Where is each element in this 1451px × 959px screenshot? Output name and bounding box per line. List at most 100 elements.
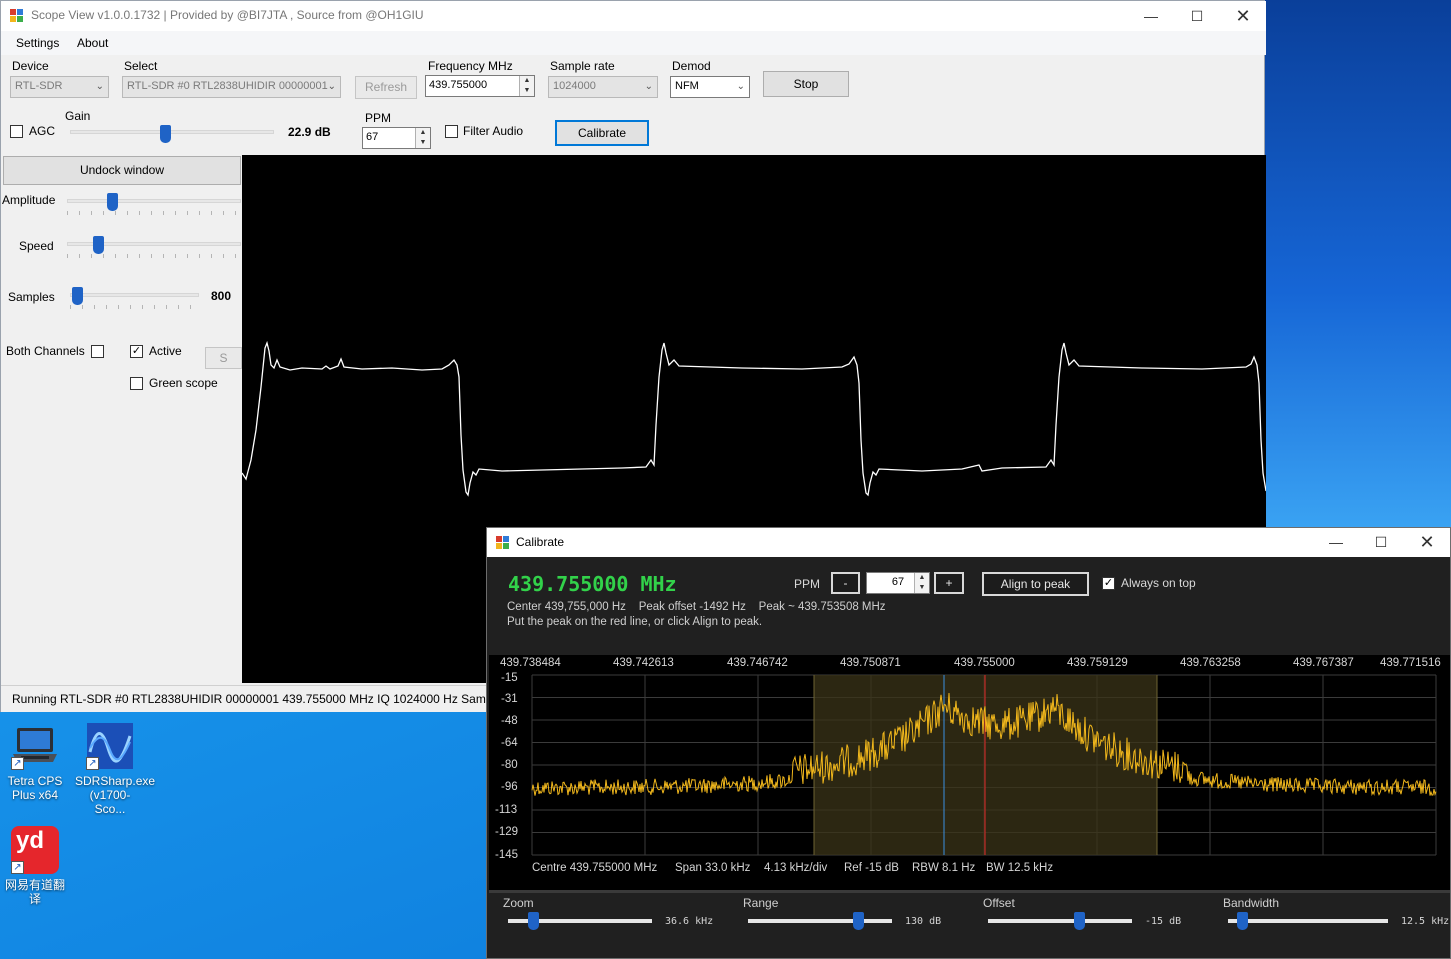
rbw-readout: RBW 8.1 Hz bbox=[912, 862, 976, 874]
always-on-top-label: Always on top bbox=[1121, 576, 1196, 590]
gain-slider-thumb[interactable] bbox=[160, 125, 171, 143]
menu-bar bbox=[1, 31, 1266, 55]
checkmark-icon: ✓ bbox=[1103, 577, 1114, 589]
stop-button[interactable]: Stop bbox=[763, 71, 849, 97]
active-checkbox[interactable]: ✓ bbox=[130, 345, 143, 358]
device-select-value: RTL-SDR bbox=[15, 80, 63, 92]
ppm-stepper[interactable]: ▲ ▼ bbox=[415, 128, 430, 148]
close-icon[interactable]: ✕ bbox=[1220, 1, 1266, 31]
maximize-icon[interactable]: ☐ bbox=[1358, 528, 1404, 557]
chevron-down-icon: ⌄ bbox=[327, 81, 336, 92]
device-instance-select[interactable]: RTL-SDR #0 RTL2838UHIDIR 00000001 ⌄ bbox=[122, 76, 341, 98]
amplitude-slider-track bbox=[67, 199, 241, 203]
always-on-top-checkbox[interactable]: ✓ bbox=[1102, 577, 1115, 590]
speed-label: Speed bbox=[19, 239, 54, 253]
calibrate-ppm-value: 67 bbox=[891, 576, 905, 588]
range-slider-thumb[interactable] bbox=[853, 912, 864, 930]
desktop-icon-label: SDRSharp.exe bbox=[75, 774, 156, 788]
checkmark-icon: ✓ bbox=[131, 345, 142, 357]
frequency-stepper[interactable]: ▲ ▼ bbox=[519, 76, 534, 96]
speed-slider-thumb[interactable] bbox=[93, 236, 104, 254]
calibrate-ppm-stepper[interactable]: ▲ ▼ bbox=[914, 573, 929, 593]
gain-slider-track bbox=[70, 130, 274, 134]
ppm-increment-button[interactable]: + bbox=[934, 572, 964, 594]
close-icon[interactable]: ✕ bbox=[1404, 528, 1450, 557]
agc-checkbox[interactable] bbox=[10, 125, 23, 138]
app-icon bbox=[496, 536, 510, 550]
calibrate-title-bar[interactable]: Calibrate — ☐ ✕ bbox=[487, 528, 1450, 557]
amplitude-slider-thumb[interactable] bbox=[107, 193, 118, 211]
zoom-slider-thumb[interactable] bbox=[528, 912, 539, 930]
desktop-icon-label: Plus x64 bbox=[11, 788, 59, 802]
desktop-icon-label: 译 bbox=[28, 892, 41, 906]
frequency-input[interactable]: 439.755000 ▲ ▼ bbox=[425, 75, 535, 97]
frequency-label: Frequency MHz bbox=[428, 59, 513, 73]
s-button[interactable]: S bbox=[205, 347, 242, 369]
calibrate-ppm-label: PPM bbox=[794, 577, 821, 591]
amplitude-slider-ticks bbox=[67, 211, 241, 215]
green-scope-label: Green scope bbox=[149, 376, 218, 390]
ppm-input-value: 67 bbox=[366, 131, 379, 143]
offset-slider-track bbox=[988, 919, 1132, 923]
bandwidth-slider-thumb[interactable] bbox=[1237, 912, 1248, 930]
ref-readout: Ref -15 dB bbox=[844, 862, 899, 874]
chevron-down-icon: ⌄ bbox=[95, 81, 104, 92]
ppm-decrement-button[interactable]: - bbox=[831, 572, 860, 594]
align-to-peak-button[interactable]: Align to peak bbox=[982, 572, 1089, 596]
span-readout: Span 33.0 kHz bbox=[675, 862, 751, 874]
frequency-input-value: 439.755000 bbox=[429, 79, 488, 91]
peak-info-text: Center 439,755,000 Hz Peak offset -1492 … bbox=[507, 601, 886, 613]
scope-trace bbox=[241, 340, 1267, 497]
device-select[interactable]: RTL-SDR ⌄ bbox=[10, 76, 109, 98]
sdrsharp-icon: ↗ bbox=[86, 722, 134, 770]
amplitude-label: Amplitude bbox=[2, 193, 56, 207]
samples-slider-ticks bbox=[70, 305, 199, 309]
sample-rate-select[interactable]: 1024000 ⌄ bbox=[548, 76, 658, 98]
filter-audio-label: Filter Audio bbox=[463, 124, 524, 138]
samples-label: Samples bbox=[8, 290, 55, 304]
offset-slider-thumb[interactable] bbox=[1074, 912, 1085, 930]
bandwidth-value: 12.5 kHz bbox=[1401, 916, 1450, 927]
refresh-button[interactable]: Refresh bbox=[355, 76, 417, 99]
sample-rate-label: Sample rate bbox=[550, 59, 615, 73]
both-channels-label: Both Channels bbox=[6, 344, 85, 358]
ppm-label: PPM bbox=[365, 111, 392, 125]
green-scope-checkbox[interactable] bbox=[130, 377, 143, 390]
shortcut-arrow-icon: ↗ bbox=[86, 757, 99, 770]
app-icon bbox=[10, 9, 24, 23]
desktop-icon-tetra-cps[interactable]: ↗ Tetra CPS Plus x64 bbox=[0, 722, 70, 802]
gain-label: Gain bbox=[65, 109, 91, 123]
spectrum-separator bbox=[489, 890, 1450, 893]
agc-label: AGC bbox=[29, 124, 56, 138]
ppm-input[interactable]: 67 ▲ ▼ bbox=[362, 127, 431, 149]
desktop-icon-youdao[interactable]: yd ↗ 网易有道翻 译 bbox=[0, 826, 70, 906]
range-slider-track bbox=[748, 919, 892, 923]
minimize-icon[interactable]: — bbox=[1313, 528, 1359, 557]
offset-label: Offset bbox=[983, 896, 1015, 910]
shortcut-arrow-icon: ↗ bbox=[11, 757, 24, 770]
minimize-icon[interactable]: — bbox=[1128, 1, 1174, 31]
demod-select[interactable]: NFM ⌄ bbox=[670, 76, 750, 98]
demod-label: Demod bbox=[672, 59, 711, 73]
calibrate-button[interactable]: Calibrate bbox=[555, 120, 649, 146]
maximize-icon[interactable]: ☐ bbox=[1174, 1, 1220, 31]
calibrate-ppm-input[interactable]: 67 ▲ ▼ bbox=[866, 572, 930, 594]
chevron-down-icon: ⌄ bbox=[644, 81, 653, 92]
title-bar[interactable]: Scope View v1.0.0.1732 | Provided by @BI… bbox=[1, 1, 1266, 31]
demod-value: NFM bbox=[675, 80, 699, 92]
desktop-icon-label: (v1700-Sco... bbox=[89, 788, 131, 816]
speed-slider-ticks bbox=[67, 254, 241, 258]
menu-settings[interactable]: Settings bbox=[16, 36, 59, 50]
samples-slider-thumb[interactable] bbox=[72, 287, 83, 305]
both-channels-checkbox[interactable] bbox=[91, 345, 104, 358]
filter-audio-checkbox[interactable] bbox=[445, 125, 458, 138]
undock-window-button[interactable]: Undock window bbox=[3, 156, 241, 185]
spectrum-display[interactable]: 439.738484 439.742613 439.746742 439.750… bbox=[489, 655, 1450, 890]
menu-about[interactable]: About bbox=[77, 36, 108, 50]
desktop-icon-sdrsharp[interactable]: ↗ SDRSharp.exe (v1700-Sco... bbox=[75, 722, 156, 816]
spectrum-svg bbox=[531, 674, 1437, 856]
bw-readout: BW 12.5 kHz bbox=[986, 862, 1054, 874]
youdao-logo-text: yd bbox=[16, 827, 45, 854]
shortcut-arrow-icon: ↗ bbox=[11, 861, 24, 874]
zoom-value: 36.6 kHz bbox=[665, 916, 714, 927]
